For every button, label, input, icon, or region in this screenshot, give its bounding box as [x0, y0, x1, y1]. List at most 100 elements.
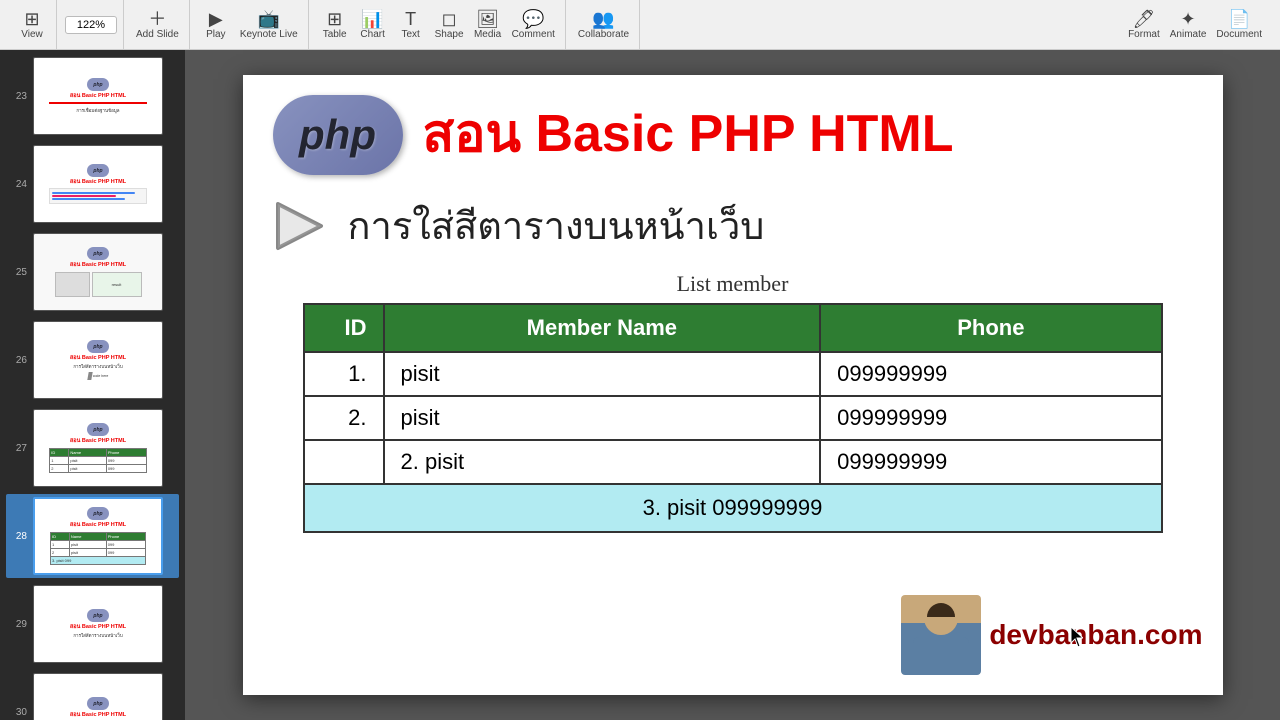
slide-canvas: php สอน Basic PHP HTML การใส่สีตารางบนหน… — [243, 75, 1223, 695]
thumb-title-27: สอน Basic PHP HTML — [70, 438, 126, 445]
slide-num-24: 24 — [9, 179, 27, 190]
slide-preview-30: php สอน Basic PHP HTML การเรียกใช้ฟังก์ช… — [33, 673, 163, 720]
thumb-php-logo-30: php — [87, 697, 109, 710]
collaborate-group: 👥 Collaborate — [568, 0, 640, 49]
thumb-title-28: สอน Basic PHP HTML — [70, 522, 126, 529]
table-row-highlighted: 3. pisit 099999999 — [304, 484, 1162, 532]
cell-id-3 — [304, 440, 384, 484]
cell-phone-1: 099999999 — [820, 352, 1161, 396]
view-group: ⊞ View — [8, 0, 57, 49]
slide-header: php สอน Basic PHP HTML — [273, 95, 1193, 175]
shape-icon: ◻ — [442, 10, 457, 28]
slide-num-29: 29 — [9, 619, 27, 630]
collaborate-button[interactable]: 👥 Collaborate — [574, 4, 633, 46]
thumb-sub-26: การใส่สีตารางบนหน้าเว็บ — [73, 363, 122, 370]
slide-thumb-29[interactable]: 29 php สอน Basic PHP HTML การใส่สีตารางบ… — [6, 582, 179, 666]
thumb-title-29: สอน Basic PHP HTML — [70, 624, 126, 631]
comment-label: Comment — [512, 29, 555, 40]
thumb-sub-23: การเชื่อมต่อฐานข้อมูล — [76, 107, 119, 114]
table-container: List member ID Member Name Phone 1. pisi… — [303, 271, 1163, 533]
animate-label: Animate — [1170, 29, 1207, 40]
table-button[interactable]: ⊞ Table — [317, 4, 353, 46]
avatar-hair — [927, 603, 955, 617]
slide-num-23: 23 — [9, 91, 27, 102]
avatar — [901, 595, 981, 675]
slide-thumb-26[interactable]: 26 php สอน Basic PHP HTML การใส่สีตารางบ… — [6, 318, 179, 402]
avatar-person — [901, 595, 981, 675]
view-options-group: 🖊 Format ✦ Animate 📄 Document — [1118, 0, 1272, 49]
cell-name-3: 2. pisit — [384, 440, 821, 484]
table-row: 2. pisit 099999999 — [304, 440, 1162, 484]
format-button[interactable]: 🖊 Format — [1124, 4, 1164, 46]
slide-thumb-23[interactable]: 23 php สอน Basic PHP HTML การเชื่อมต่อฐา… — [6, 54, 179, 138]
slide-num-30: 30 — [9, 707, 27, 718]
collaborate-icon: 👥 — [592, 10, 614, 28]
cell-id-1: 1. — [304, 352, 384, 396]
view-icon: ⊞ — [24, 10, 39, 28]
slide-num-26: 26 — [9, 355, 27, 366]
cell-highlighted: 3. pisit 099999999 — [304, 484, 1162, 532]
zoom-value[interactable]: 122% — [65, 16, 117, 34]
play-group: ▶ Play 📺 Keynote Live — [192, 0, 309, 49]
slide-thumb-30[interactable]: 30 php สอน Basic PHP HTML การเรียกใช้ฟัง… — [6, 670, 179, 720]
thumb-php-logo-29: php — [87, 609, 109, 622]
text-button[interactable]: T Text — [393, 4, 429, 46]
media-label: Media — [474, 29, 501, 40]
php-logo-text: php — [299, 111, 376, 159]
arrow-icon — [273, 196, 333, 256]
slide-preview-28: php สอน Basic PHP HTML ID Name Phone 1pi… — [33, 497, 163, 575]
thumb-php-logo-26: php — [87, 340, 109, 353]
collaborate-label: Collaborate — [578, 29, 629, 40]
table-header-row: ID Member Name Phone — [304, 304, 1162, 352]
thumb-php-logo-25: php — [87, 247, 109, 260]
keynote-live-button[interactable]: 📺 Keynote Live — [236, 4, 302, 46]
avatar-head — [924, 601, 958, 635]
chart-icon: 📊 — [361, 10, 383, 28]
play-icon: ▶ — [209, 10, 223, 28]
add-slide-button[interactable]: ＋ Add Slide — [132, 4, 183, 46]
php-logo: php — [273, 95, 403, 175]
cell-phone-3: 099999999 — [820, 440, 1161, 484]
text-icon: T — [405, 10, 416, 28]
slide-thumb-27[interactable]: 27 php สอน Basic PHP HTML ID Name Phone … — [6, 406, 179, 490]
thumb-title-23: สอน Basic PHP HTML — [70, 93, 126, 100]
media-button[interactable]: 🖼 Media — [470, 4, 506, 46]
insert-group: ⊞ Table 📊 Chart T Text ◻ Shape 🖼 Media 💬… — [311, 0, 566, 49]
slide-preview-26: php สอน Basic PHP HTML การใส่สีตารางบนหน… — [33, 321, 163, 399]
section-heading: การใส่สีตารางบนหน้าเว็บ — [348, 195, 765, 256]
format-label: Format — [1128, 29, 1160, 40]
slides-panel: 23 php สอน Basic PHP HTML การเชื่อมต่อฐา… — [0, 50, 185, 720]
slide-thumb-25[interactable]: 25 php สอน Basic PHP HTML result — [6, 230, 179, 314]
shape-button[interactable]: ◻ Shape — [431, 4, 468, 46]
cell-phone-2: 099999999 — [820, 396, 1161, 440]
document-label: Document — [1216, 29, 1262, 40]
format-icon: 🖊 — [1132, 10, 1155, 28]
cell-name-1: pisit — [384, 352, 821, 396]
slide-preview-23: php สอน Basic PHP HTML การเชื่อมต่อฐานข้… — [33, 57, 163, 135]
slide-title: สอน Basic PHP HTML — [423, 106, 954, 163]
document-icon: 📄 — [1228, 10, 1250, 28]
keynote-live-icon: 📺 — [258, 10, 280, 28]
thumb-php-logo: php — [87, 78, 109, 91]
table-icon: ⊞ — [327, 10, 342, 28]
table-row: 2. pisit 099999999 — [304, 396, 1162, 440]
table-label: Table — [323, 29, 347, 40]
cell-name-2: pisit — [384, 396, 821, 440]
view-label: View — [21, 29, 43, 40]
comment-button[interactable]: 💬 Comment — [508, 4, 559, 46]
thumb-sub-29: การใส่สีตารางบนหน้าเว็บ — [73, 632, 122, 639]
slide-thumb-24[interactable]: 24 php สอน Basic PHP HTML — [6, 142, 179, 226]
slide-preview-27: php สอน Basic PHP HTML ID Name Phone 1pi… — [33, 409, 163, 487]
chart-button[interactable]: 📊 Chart — [355, 4, 391, 46]
data-table: ID Member Name Phone 1. pisit 099999999 … — [303, 303, 1163, 533]
thumb-php-logo-28: php — [87, 507, 109, 520]
slide-thumb-28[interactable]: 28 php สอน Basic PHP HTML ID Name Phone … — [6, 494, 179, 578]
animate-button[interactable]: ✦ Animate — [1166, 4, 1211, 46]
col-header-name: Member Name — [384, 304, 821, 352]
play-button[interactable]: ▶ Play — [198, 4, 234, 46]
slide-preview-24: php สอน Basic PHP HTML — [33, 145, 163, 223]
thumb-title-25: สอน Basic PHP HTML — [70, 262, 126, 269]
document-button[interactable]: 📄 Document — [1212, 4, 1266, 46]
view-button[interactable]: ⊞ View — [14, 4, 50, 46]
animate-icon: ✦ — [1181, 10, 1196, 28]
